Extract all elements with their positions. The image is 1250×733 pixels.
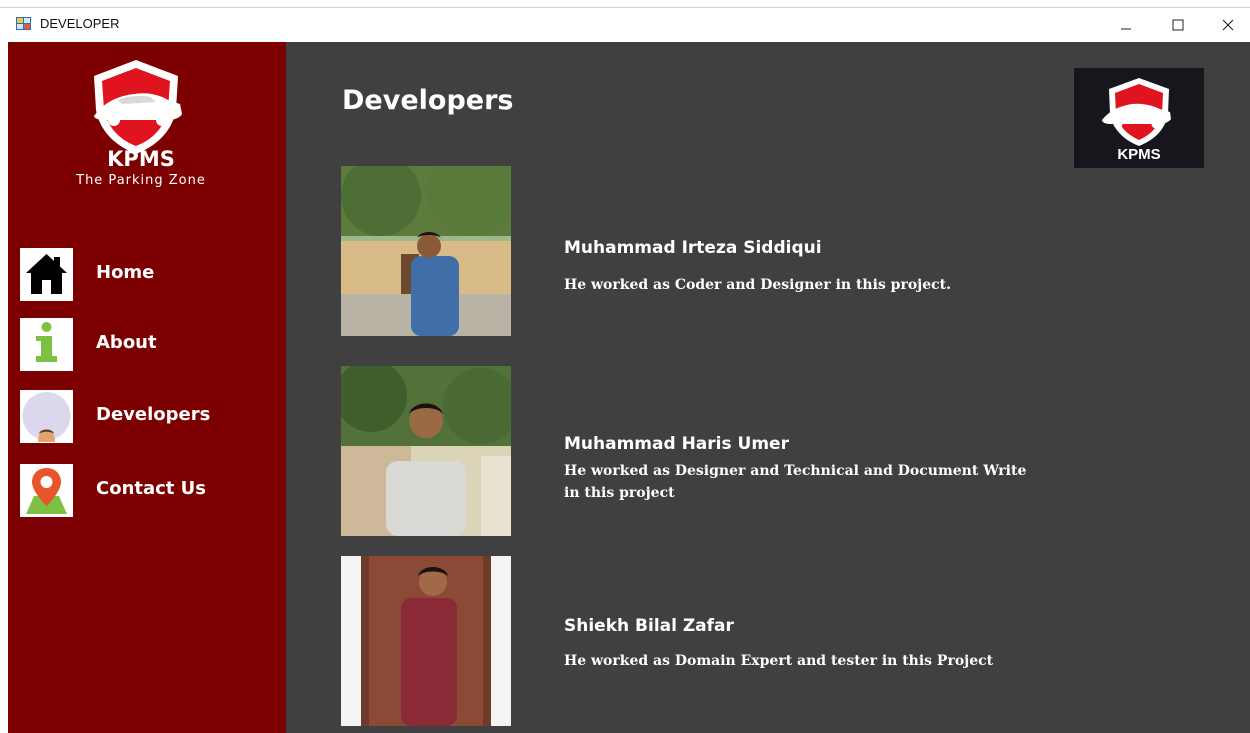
app-icon (16, 17, 31, 30)
title-bar[interactable]: DEVELOPER (0, 7, 1250, 42)
developer-name: Muhammad Haris Umer (564, 434, 789, 454)
sidebar-item-developers[interactable]: Developers (20, 390, 270, 444)
sidebar-item-label: About (96, 332, 157, 353)
developer-photo (341, 166, 511, 336)
home-icon (20, 248, 73, 301)
main-panel: Developers KPMS Muhammad Irteza Siddiqui… (286, 42, 1250, 733)
brand-name: KPMS (107, 147, 175, 171)
sidebar-item-label: Developers (96, 404, 211, 425)
developer-avatar-icon (20, 390, 73, 443)
kpms-logo-icon (94, 60, 182, 154)
minimize-button[interactable] (1104, 12, 1148, 38)
corner-logo-text: KPMS (1117, 146, 1161, 163)
developer-description: He worked as Domain Expert and tester in… (564, 653, 994, 669)
developer-name: Shiekh Bilal Zafar (564, 616, 734, 636)
close-icon (1222, 19, 1234, 31)
maximize-icon (1172, 19, 1184, 31)
info-icon (20, 318, 73, 371)
developer-window: DEVELOPER KPMS The Parking Zone Home Abo… (0, 0, 1250, 733)
developer-photo (341, 556, 511, 726)
developer-name: Muhammad Irteza Siddiqui (564, 238, 822, 258)
kpms-corner-logo: KPMS (1074, 68, 1204, 168)
maximize-button[interactable] (1156, 12, 1200, 38)
sidebar-item-home[interactable]: Home (20, 248, 270, 302)
sidebar-item-label: Contact Us (96, 478, 207, 499)
page-title: Developers (342, 85, 514, 116)
developer-description: He worked as Designer and Technical and … (564, 463, 1027, 501)
sidebar-item-contact-us[interactable]: Contact Us (20, 464, 270, 518)
window-title: DEVELOPER (40, 16, 120, 31)
location-pin-icon (20, 464, 73, 517)
sidebar-item-about[interactable]: About (20, 318, 270, 372)
sidebar: KPMS The Parking Zone Home About Develop… (8, 42, 286, 733)
developer-photo (341, 366, 511, 536)
developer-description: He worked as Coder and Designer in this … (564, 277, 952, 293)
minimize-icon (1121, 28, 1131, 30)
close-button[interactable] (1206, 12, 1250, 38)
brand-tagline: The Parking Zone (76, 173, 206, 188)
sidebar-item-label: Home (96, 262, 155, 283)
